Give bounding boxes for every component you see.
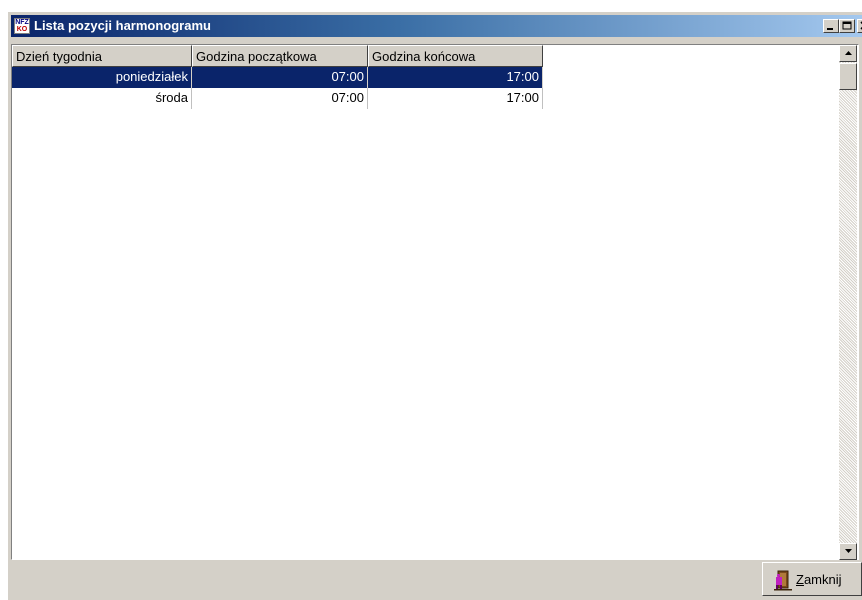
cell-end-time[interactable]: 17:00 <box>368 88 543 109</box>
title-bar[interactable]: NFZ KO Lista pozycji harmonogramu <box>11 15 862 37</box>
scroll-down-arrow-icon <box>845 549 852 553</box>
table-row[interactable]: środa 07:00 17:00 <box>12 88 543 109</box>
app-icon-text-top: NFZ <box>15 19 29 26</box>
vertical-scrollbar[interactable] <box>839 45 857 560</box>
column-header-day[interactable]: Dzień tygodnia <box>12 45 192 67</box>
close-button-label-rest: amknij <box>803 572 842 587</box>
app-icon-text-bottom: KO <box>16 26 28 33</box>
minimize-button[interactable] <box>823 19 839 33</box>
close-button-mnemonic: Z <box>796 572 804 587</box>
footer-panel <box>9 561 862 600</box>
scrollbar-thumb[interactable] <box>839 63 857 90</box>
table-row[interactable]: poniedziałek 07:00 17:00 <box>12 67 543 88</box>
scroll-down-button[interactable] <box>839 543 857 560</box>
cell-start-time[interactable]: 07:00 <box>192 67 368 88</box>
window-title: Lista pozycji harmonogramu <box>34 18 211 33</box>
close-button-label: Zamknij <box>796 572 842 587</box>
main-window: NFZ KO Lista pozycji harmonogramu Dzień … <box>8 12 862 600</box>
close-window-button[interactable] <box>857 19 862 33</box>
maximize-button[interactable] <box>839 19 855 33</box>
door-exit-icon <box>774 570 792 591</box>
scroll-up-button[interactable] <box>839 45 857 62</box>
cell-day[interactable]: środa <box>12 88 192 109</box>
column-header-end-time[interactable]: Godzina końcowa <box>368 45 543 67</box>
close-icon <box>860 21 862 30</box>
close-button[interactable]: Zamknij <box>762 562 862 596</box>
column-header-start-time[interactable]: Godzina początkowa <box>192 45 368 67</box>
app-icon: NFZ KO <box>14 18 30 34</box>
maximize-icon <box>842 21 852 30</box>
schedule-grid[interactable]: Dzień tygodnia Godzina początkowa Godzin… <box>11 44 859 560</box>
cell-day[interactable]: poniedziałek <box>12 67 192 88</box>
scroll-up-arrow-icon <box>845 51 852 55</box>
minimize-icon <box>827 28 833 30</box>
cell-start-time[interactable]: 07:00 <box>192 88 368 109</box>
cell-end-time[interactable]: 17:00 <box>368 67 543 88</box>
